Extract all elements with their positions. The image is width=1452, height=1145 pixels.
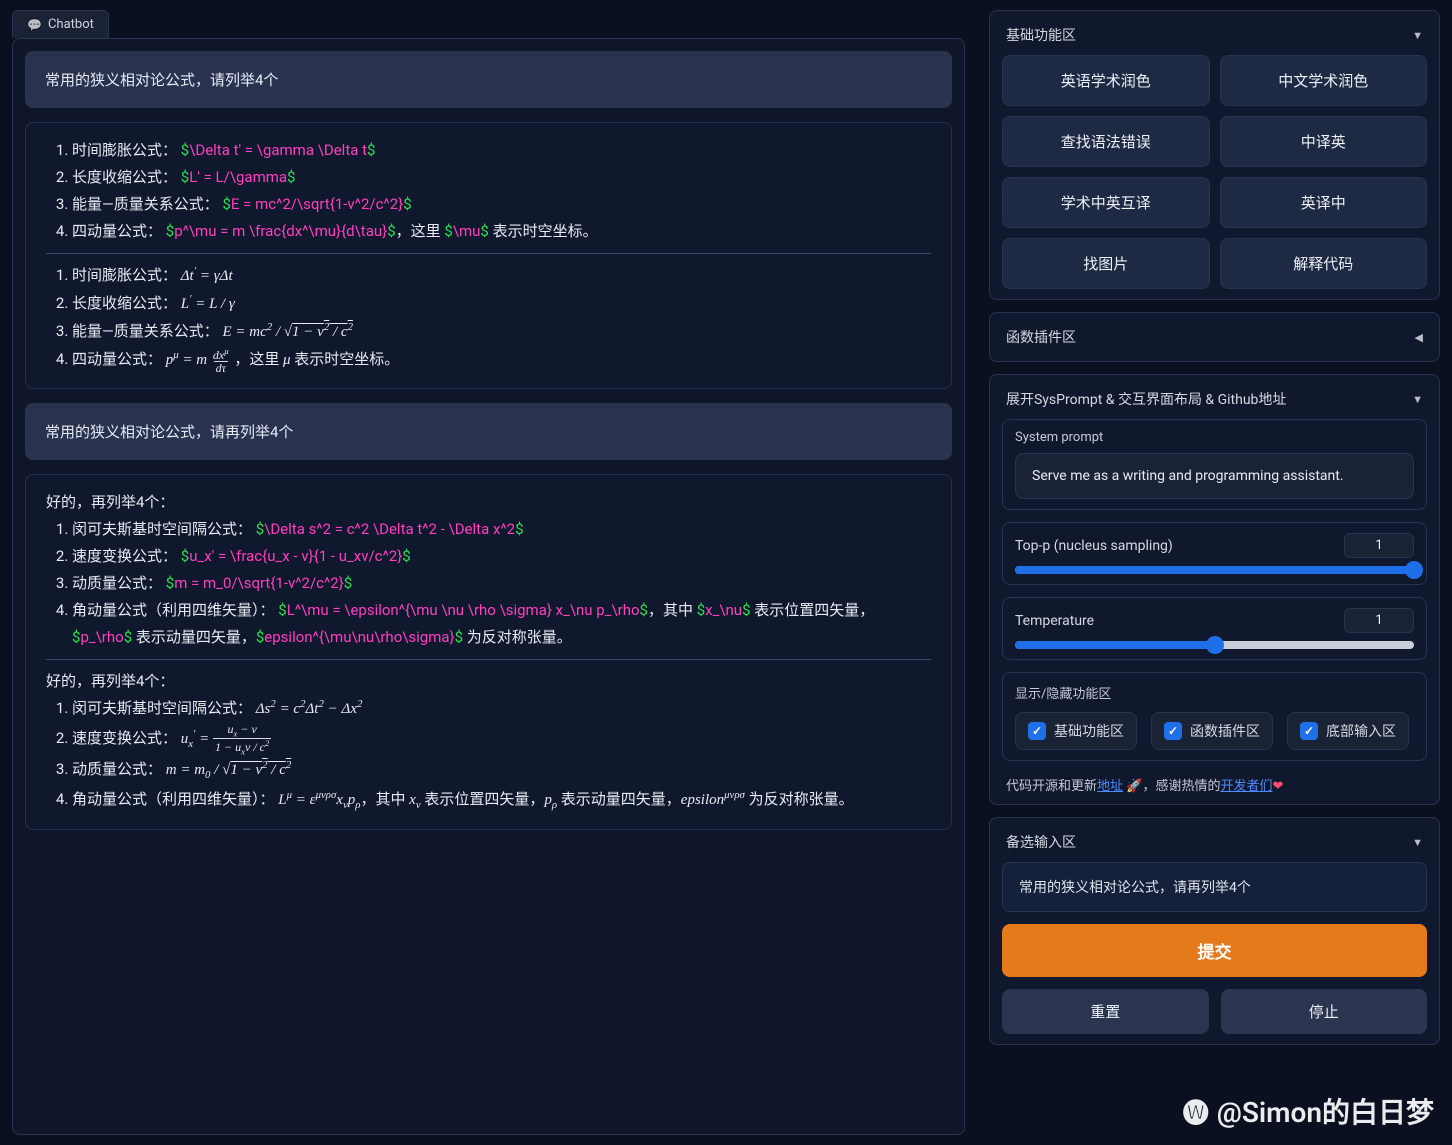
chevron-down-icon: ▼ <box>1412 393 1423 406</box>
checkbox-basic[interactable]: ✓基础功能区 <box>1015 712 1137 750</box>
chevron-down-icon: ▼ <box>1412 836 1423 849</box>
bot-rendered-list: 闵可夫斯基时空间隔公式： Δs2 = c2Δt2 − Δx2 速度变换公式： u… <box>46 695 931 815</box>
reset-button[interactable]: 重置 <box>1002 989 1209 1034</box>
temperature-slider[interactable] <box>1015 641 1414 649</box>
chat-icon: 💬 <box>27 18 42 32</box>
topp-label: Top-p (nucleus sampling) <box>1015 538 1173 554</box>
system-prompt-label: System prompt <box>1015 430 1414 445</box>
basic-button-grid: 英语学术润色 中文学术润色 查找语法错误 中译英 学术中英互译 英译中 找图片 … <box>1002 55 1427 289</box>
btn-en-to-cn[interactable]: 英译中 <box>1220 177 1428 228</box>
devs-link[interactable]: 开发者们 <box>1220 779 1272 794</box>
panel-alt-input: 备选输入区 ▼ 常用的狭义相对论公式，请再列举4个 提交 重置 停止 <box>989 817 1440 1045</box>
tab-chatbot[interactable]: 💬 Chatbot <box>12 10 109 38</box>
system-prompt-input[interactable]: Serve me as a writing and programming as… <box>1015 453 1414 499</box>
bot-rendered-list: 时间膨胀公式： Δt′ = γΔt 长度收缩公式： L′ = L / γ 能量—… <box>46 262 931 374</box>
user-message-text: 常用的狭义相对论公式，请再列举4个 <box>45 423 293 441</box>
btn-academic-trans[interactable]: 学术中英互译 <box>1002 177 1210 228</box>
tab-bar: 💬 Chatbot <box>12 10 965 38</box>
bot-message: 时间膨胀公式： $\Delta t' = \gamma \Delta t$ 长度… <box>25 122 952 389</box>
system-prompt-block: System prompt Serve me as a writing and … <box>1002 419 1427 510</box>
bot-message: 好的，再列举4个： 闵可夫斯基时空间隔公式： $\Delta s^2 = c^2… <box>25 474 952 830</box>
chevron-down-icon: ▼ <box>1412 29 1423 42</box>
sidebar: 基础功能区 ▼ 英语学术润色 中文学术润色 查找语法错误 中译英 学术中英互译 … <box>977 0 1452 1145</box>
panel-basic-functions: 基础功能区 ▼ 英语学术润色 中文学术润色 查找语法错误 中译英 学术中英互译 … <box>989 10 1440 300</box>
chat-column: 💬 Chatbot 常用的狭义相对论公式，请列举4个 时间膨胀公式： $\Del… <box>0 0 977 1145</box>
btn-chinese-polish[interactable]: 中文学术润色 <box>1220 55 1428 106</box>
panel-header-advanced[interactable]: 展开SysPrompt & 交互界面布局 & Github地址 ▼ <box>1002 385 1427 419</box>
btn-explain-code[interactable]: 解释代码 <box>1220 238 1428 289</box>
panel-header-basic[interactable]: 基础功能区 ▼ <box>1002 21 1427 55</box>
temperature-label: Temperature <box>1015 613 1094 629</box>
topp-slider[interactable] <box>1015 566 1414 574</box>
chat-area: 常用的狭义相对论公式，请列举4个 时间膨胀公式： $\Delta t' = \g… <box>12 38 965 1135</box>
submit-button[interactable]: 提交 <box>1002 924 1427 977</box>
credit-line: 代码开源和更新地址 🚀，感谢热情的开发者们❤ <box>1002 773 1427 794</box>
btn-cn-to-en[interactable]: 中译英 <box>1220 116 1428 167</box>
user-message-text: 常用的狭义相对论公式，请列举4个 <box>45 71 278 89</box>
checkbox-bottom[interactable]: ✓底部输入区 <box>1287 712 1409 750</box>
panel-function-plugins: 函数插件区 ◀ <box>989 312 1440 362</box>
rocket-icon: 🚀 <box>1126 779 1142 794</box>
topp-block: Top-p (nucleus sampling) 1 <box>1002 522 1427 585</box>
temperature-value[interactable]: 1 <box>1344 608 1414 633</box>
panel-header-alt[interactable]: 备选输入区 ▼ <box>1002 828 1427 862</box>
chevron-left-icon: ◀ <box>1415 331 1423 344</box>
repo-link[interactable]: 地址 <box>1097 779 1123 794</box>
tab-label: Chatbot <box>48 17 94 32</box>
user-message: 常用的狭义相对论公式，请再列举4个 <box>25 403 952 460</box>
user-message: 常用的狭义相对论公式，请列举4个 <box>25 51 952 108</box>
stop-button[interactable]: 停止 <box>1221 989 1428 1034</box>
bot-source-list: 闵可夫斯基时空间隔公式： $\Delta s^2 = c^2 \Delta t^… <box>46 516 931 651</box>
temperature-block: Temperature 1 <box>1002 597 1427 660</box>
toggle-block: 显示/隐藏功能区 ✓基础功能区 ✓函数插件区 ✓底部输入区 <box>1002 672 1427 761</box>
panel-header-plugin[interactable]: 函数插件区 ◀ <box>1002 323 1427 351</box>
bot-source-list: 时间膨胀公式： $\Delta t' = \gamma \Delta t$ 长度… <box>46 137 931 245</box>
btn-grammar-check[interactable]: 查找语法错误 <box>1002 116 1210 167</box>
toggle-label: 显示/隐藏功能区 <box>1015 683 1414 702</box>
heart-icon: ❤ <box>1272 779 1283 794</box>
panel-advanced: 展开SysPrompt & 交互界面布局 & Github地址 ▼ System… <box>989 374 1440 805</box>
checkbox-plugin[interactable]: ✓函数插件区 <box>1151 712 1273 750</box>
topp-value[interactable]: 1 <box>1344 533 1414 558</box>
btn-find-image[interactable]: 找图片 <box>1002 238 1210 289</box>
alt-input-field[interactable]: 常用的狭义相对论公式，请再列举4个 <box>1002 862 1427 912</box>
btn-english-polish[interactable]: 英语学术润色 <box>1002 55 1210 106</box>
